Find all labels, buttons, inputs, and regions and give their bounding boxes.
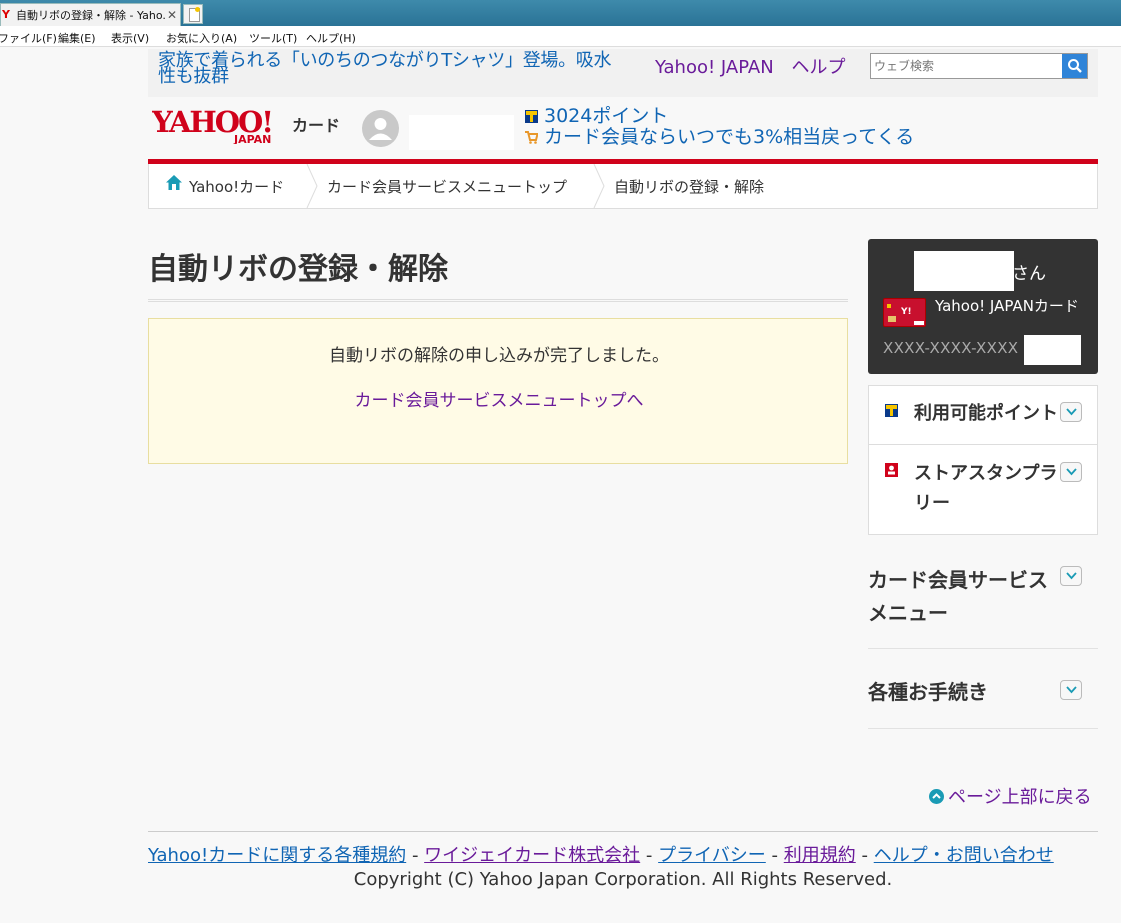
browser-tab[interactable]: Y 自動リボの登録・解除 - Yaho... ✕	[0, 3, 181, 26]
sidebar-accordion: 利用可能ポイント ストアスタンプラリー	[868, 385, 1098, 535]
chevron-down-icon[interactable]	[1060, 402, 1082, 422]
user-suffix: さん	[1012, 264, 1046, 284]
cashback-link[interactable]: カード会員ならいつでも3%相当戻ってくる	[544, 127, 914, 148]
chevron-down-icon[interactable]	[1060, 462, 1082, 482]
breadcrumb-separator-icon	[593, 164, 605, 208]
footer-link-help[interactable]: ヘルプ・お問い合わせ	[874, 845, 1054, 866]
redacted-username	[409, 115, 514, 150]
t-point-icon	[525, 110, 538, 123]
header-links: Yahoo! JAPAN ヘルプ	[655, 53, 857, 79]
search-input[interactable]	[871, 54, 1063, 78]
close-tab-icon[interactable]: ✕	[167, 8, 177, 22]
page-top-link[interactable]: ページ上部に戻る	[929, 783, 1092, 809]
cart-icon	[525, 131, 538, 144]
card-image: Y!	[883, 298, 926, 327]
completion-notice: 自動リボの解除の申し込みが完了しました。 カード会員サービスメニュートップへ	[148, 318, 848, 464]
section-card-member-menu[interactable]: カード会員サービスメニュー	[868, 564, 1048, 630]
footer-link-privacy[interactable]: プライバシー	[658, 845, 766, 866]
browser-tab-bar: Y 自動リボの登録・解除 - Yaho... ✕	[0, 0, 1121, 26]
accordion-label: 利用可能ポイント	[914, 403, 1058, 424]
points-link[interactable]: 3024ポイント	[544, 106, 668, 127]
accordion-available-points[interactable]: 利用可能ポイント	[869, 386, 1097, 445]
yahoo-card-logo[interactable]: YAHOO! JAPAN	[151, 105, 292, 146]
points-info: 3024ポイント カード会員ならいつでも3%相当戻ってくる	[525, 106, 914, 148]
avatar[interactable]	[362, 110, 399, 147]
breadcrumb-menu-top[interactable]: カード会員サービスメニュートップ	[327, 176, 567, 197]
logo-card-label: カード	[292, 116, 341, 135]
promo-link[interactable]: 家族で着られる「いのちのつながりTシャツ」登場。吸水性も抜群	[158, 52, 628, 86]
redacted-card-digits	[1024, 335, 1081, 365]
logo-sub: JAPAN	[233, 133, 271, 144]
card-name: Yahoo! JAPANカード	[935, 297, 1079, 315]
menu-help[interactable]: ヘルプ(H)	[306, 30, 356, 46]
redacted-user-name	[914, 251, 1014, 291]
browser-menu-bar: ファイル(F) 編集(E) 表示(V) お気に入り(A) ツール(T) ヘルプ(…	[0, 26, 1121, 47]
footer-links: Yahoo!カードに関する各種規約 - ワイジェイカード株式会社 - プライバシ…	[148, 841, 1098, 867]
footer-link-terms[interactable]: 利用規約	[784, 845, 856, 866]
accordion-label: ストアスタンプラリー	[914, 463, 1058, 514]
search-icon	[1068, 59, 1082, 73]
page-title: 自動リボの登録・解除	[148, 252, 448, 287]
completion-message: 自動リボの解除の申し込みが完了しました。	[329, 346, 669, 366]
footer-separator: -	[411, 845, 419, 866]
new-tab-icon[interactable]	[183, 4, 203, 24]
search-button[interactable]	[1062, 54, 1087, 78]
t-point-icon	[885, 402, 898, 421]
user-card-panel: さん Y! Yahoo! JAPANカード XXXX-XXXX-XXXX	[868, 239, 1098, 374]
help-link[interactable]: ヘルプ	[791, 57, 845, 78]
accordion-store-stamp-rally[interactable]: ストアスタンプラリー	[869, 446, 1097, 534]
breadcrumb-current: 自動リボの登録・解除	[614, 178, 765, 196]
browser-tab-title: 自動リボの登録・解除 - Yaho...	[16, 9, 166, 22]
page-top-label: ページ上部に戻る	[948, 787, 1092, 808]
title-divider	[148, 299, 848, 302]
footer-link-terms-all[interactable]: Yahoo!カードに関する各種規約	[148, 845, 406, 866]
chevron-down-icon[interactable]	[1060, 680, 1082, 700]
section-divider	[868, 728, 1098, 729]
yahoo-japan-link[interactable]: Yahoo! JAPAN	[655, 57, 774, 78]
menu-view[interactable]: 表示(V)	[111, 30, 149, 46]
copyright: Copyright (C) Yahoo Japan Corporation. A…	[353, 869, 893, 890]
menu-top-link[interactable]: カード会員サービスメニュートップへ	[149, 386, 849, 411]
yahoo-favicon-icon: Y	[2, 8, 10, 21]
home-icon	[166, 175, 182, 190]
arrow-up-icon	[929, 788, 944, 804]
section-divider	[868, 648, 1098, 649]
menu-edit[interactable]: 編集(E)	[58, 30, 96, 46]
breadcrumb: Yahoo!カード カード会員サービスメニュートップ 自動リボの登録・解除	[148, 164, 1098, 209]
breadcrumb-separator-icon	[306, 164, 318, 208]
footer-divider	[148, 831, 1098, 832]
menu-favorites[interactable]: お気に入り(A)	[166, 30, 237, 46]
user-icon	[369, 118, 392, 140]
card-number: XXXX-XXXX-XXXX	[883, 339, 1019, 357]
svg-text:Y!: Y!	[900, 307, 912, 317]
footer-separator: -	[645, 845, 653, 866]
web-search	[870, 53, 1088, 79]
footer-separator: -	[771, 845, 779, 866]
menu-tools[interactable]: ツール(T)	[249, 30, 297, 46]
stamp-rally-icon	[885, 462, 898, 481]
menu-file[interactable]: ファイル(F)	[0, 30, 57, 46]
chevron-down-icon[interactable]	[1060, 566, 1082, 586]
footer-separator: -	[861, 845, 868, 866]
promo-bar: 家族で着られる「いのちのつながりTシャツ」登場。吸水性も抜群 Yahoo! JA…	[148, 49, 1098, 97]
breadcrumb-yahoo-card[interactable]: Yahoo!カード	[189, 176, 284, 197]
section-procedures[interactable]: 各種お手続き	[868, 676, 988, 709]
footer-link-company[interactable]: ワイジェイカード株式会社	[424, 845, 640, 866]
